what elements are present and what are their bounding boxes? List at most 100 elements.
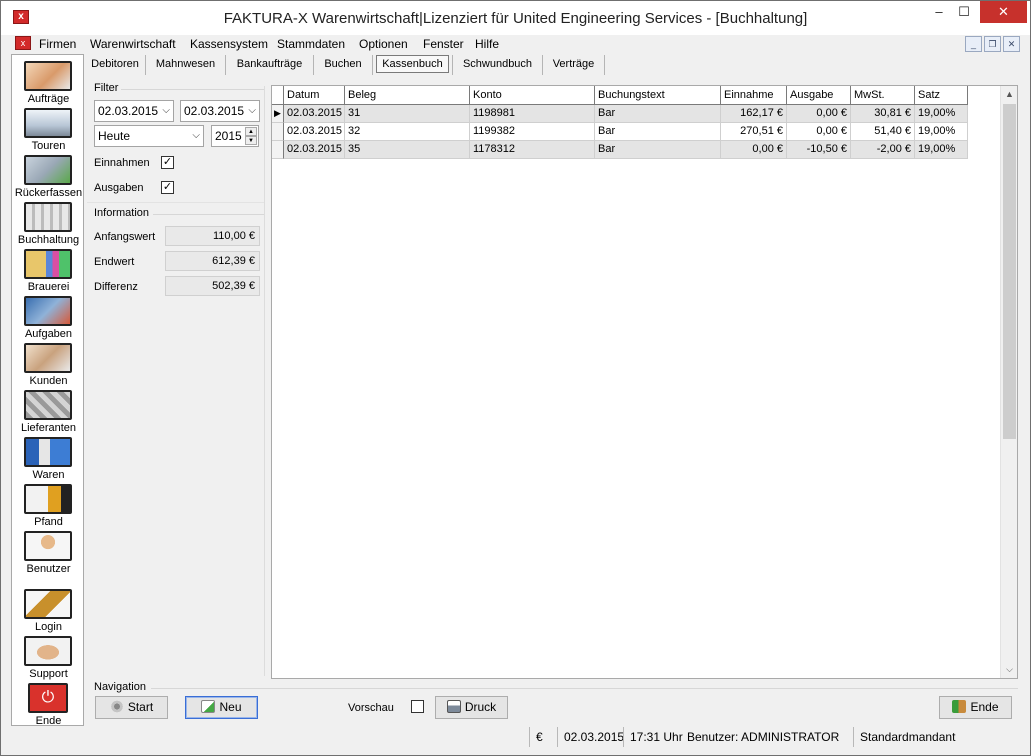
cell-satz[interactable]: 19,00%	[915, 141, 968, 159]
date-to-picker[interactable]: 02.03.2015 ⌵	[180, 100, 260, 122]
cell-konto[interactable]: 1178312	[470, 141, 595, 159]
menu-warenwirtschaft[interactable]: Warenwirtschaft	[90, 37, 176, 51]
tab-kassenbuch[interactable]: Kassenbuch	[373, 55, 453, 75]
tab-schwundbuch[interactable]: Schwundbuch	[453, 55, 543, 75]
neu-button[interactable]: Neu	[185, 696, 258, 719]
table-row[interactable]: 02.03.2015 32 1199382 Bar 270,51 € 0,00 …	[272, 123, 968, 141]
cell-mwst[interactable]: 30,81 €	[851, 105, 915, 123]
year-stepper[interactable]: 2015 ▲ ▼	[211, 125, 259, 147]
cell-konto[interactable]: 1198981	[470, 105, 595, 123]
cell-datum[interactable]: 02.03.2015	[284, 123, 345, 141]
grid-vertical-scrollbar[interactable]: ▲ ⌵	[1000, 86, 1017, 678]
col-konto[interactable]: Konto	[470, 86, 595, 105]
mdi-child-icon[interactable]: x	[15, 36, 31, 50]
table-row[interactable]: ▶ 02.03.2015 31 1198981 Bar 162,17 € 0,0…	[272, 105, 968, 123]
sidebar-item-kunden[interactable]: Kunden	[12, 341, 85, 388]
app-logo-icon[interactable]: x	[13, 10, 29, 24]
sidebar-item-pfand[interactable]: Pfand	[12, 482, 85, 529]
maximize-button[interactable]: ☐	[949, 1, 979, 23]
cell-ausgabe[interactable]: 0,00 €	[787, 105, 851, 123]
cell-einnahme[interactable]: 0,00 €	[721, 141, 787, 159]
sidebar-item-auftraege[interactable]: Aufträge	[12, 59, 85, 106]
cell-buchungstext[interactable]: Bar	[595, 123, 721, 141]
start-button[interactable]: Start	[95, 696, 168, 719]
druck-button-label: Druck	[464, 700, 497, 714]
cell-buchungstext[interactable]: Bar	[595, 105, 721, 123]
cell-beleg[interactable]: 35	[345, 141, 470, 159]
sidebar-item-lieferanten[interactable]: Lieferanten	[12, 388, 85, 435]
mdi-minimize-button[interactable]: _	[965, 36, 982, 52]
tab-vertraege[interactable]: Verträge	[543, 55, 605, 75]
menu-fenster[interactable]: Fenster	[423, 37, 464, 51]
menu-hilfe[interactable]: Hilfe	[475, 37, 499, 51]
cell-datum[interactable]: 02.03.2015	[284, 141, 345, 159]
sidebar-item-support[interactable]: Support	[12, 634, 85, 681]
cell-buchungstext[interactable]: Bar	[595, 141, 721, 159]
deposit-icon	[24, 484, 72, 514]
tab-bankauftraege[interactable]: Bankaufträge	[226, 55, 314, 75]
differenz-label: Differenz	[94, 281, 138, 293]
sidebar-item-brauerei[interactable]: Brauerei	[12, 247, 85, 294]
cell-satz[interactable]: 19,00%	[915, 105, 968, 123]
kassenbuch-grid[interactable]: Datum Beleg Konto Buchungstext Einnahme …	[271, 85, 1018, 679]
col-satz[interactable]: Satz	[915, 86, 968, 105]
cell-einnahme[interactable]: 162,17 €	[721, 105, 787, 123]
sidebar-label: Aufträge	[27, 93, 70, 105]
ende-button[interactable]: Ende	[939, 696, 1012, 719]
date-from-picker[interactable]: 02.03.2015 ⌵	[94, 100, 174, 122]
tab-debitoren[interactable]: Debitoren	[85, 55, 146, 75]
title-bar: x FAKTURA-X Warenwirtschaft|Lizenziert f…	[1, 1, 1030, 35]
printer-icon	[446, 700, 461, 713]
year-spin-buttons[interactable]: ▲ ▼	[245, 127, 257, 145]
period-select[interactable]: Heute ⌵	[94, 125, 204, 147]
cell-konto[interactable]: 1199382	[470, 123, 595, 141]
table-row[interactable]: 02.03.2015 35 1178312 Bar 0,00 € -10,50 …	[272, 141, 968, 159]
cell-ausgabe[interactable]: -10,50 €	[787, 141, 851, 159]
new-document-icon	[201, 700, 216, 713]
cell-mwst[interactable]: 51,40 €	[851, 123, 915, 141]
app-window: x FAKTURA-X Warenwirtschaft|Lizenziert f…	[0, 0, 1031, 756]
menu-kassensystem[interactable]: Kassensystem	[190, 37, 268, 51]
anfangswert-label: Anfangswert	[94, 231, 156, 243]
cell-beleg[interactable]: 31	[345, 105, 470, 123]
mdi-restore-button[interactable]: ❐	[984, 36, 1001, 52]
col-ausgabe[interactable]: Ausgabe	[787, 86, 851, 105]
sidebar-item-ende[interactable]: ⏻ Ende	[12, 681, 85, 728]
sidebar-item-waren[interactable]: Waren	[12, 435, 85, 482]
ausgaben-checkbox[interactable]: ✓	[161, 181, 174, 194]
spin-down-icon[interactable]: ▼	[245, 136, 257, 145]
tab-buchen[interactable]: Buchen	[314, 55, 373, 75]
spin-up-icon[interactable]: ▲	[245, 127, 257, 136]
sidebar-item-aufgaben[interactable]: Aufgaben	[12, 294, 85, 341]
cell-einnahme[interactable]: 270,51 €	[721, 123, 787, 141]
sidebar-item-buchhaltung[interactable]: Buchhaltung	[12, 200, 85, 247]
cell-satz[interactable]: 19,00%	[915, 123, 968, 141]
col-einnahme[interactable]: Einnahme	[721, 86, 787, 105]
scrollbar-thumb[interactable]	[1003, 104, 1016, 439]
sidebar-item-touren[interactable]: Touren	[12, 106, 85, 153]
sidebar-item-rueckerfassen[interactable]: Rückerfassen	[12, 153, 85, 200]
tab-mahnwesen[interactable]: Mahnwesen	[146, 55, 226, 75]
menu-optionen[interactable]: Optionen	[359, 37, 408, 51]
cell-beleg[interactable]: 32	[345, 123, 470, 141]
menu-firmen[interactable]: Firmen	[39, 37, 76, 51]
sidebar-item-benutzer[interactable]: Benutzer	[12, 529, 85, 576]
scroll-down-icon[interactable]: ⌵	[1001, 661, 1018, 678]
filter-group-line	[121, 89, 264, 90]
period-value: Heute	[98, 129, 131, 143]
druck-button[interactable]: Druck	[435, 696, 508, 719]
close-button[interactable]: ✕	[980, 1, 1027, 23]
scroll-up-icon[interactable]: ▲	[1001, 86, 1018, 103]
cell-ausgabe[interactable]: 0,00 €	[787, 123, 851, 141]
col-buchungstext[interactable]: Buchungstext	[595, 86, 721, 105]
vorschau-checkbox[interactable]	[411, 700, 424, 713]
col-mwst[interactable]: MwSt.	[851, 86, 915, 105]
col-beleg[interactable]: Beleg	[345, 86, 470, 105]
mdi-close-button[interactable]: ✕	[1003, 36, 1020, 52]
menu-stammdaten[interactable]: Stammdaten	[277, 37, 345, 51]
cell-datum[interactable]: 02.03.2015	[284, 105, 345, 123]
einnahmen-checkbox[interactable]: ✓	[161, 156, 174, 169]
col-datum[interactable]: Datum	[284, 86, 345, 105]
sidebar-item-login[interactable]: Login	[12, 587, 85, 634]
cell-mwst[interactable]: -2,00 €	[851, 141, 915, 159]
